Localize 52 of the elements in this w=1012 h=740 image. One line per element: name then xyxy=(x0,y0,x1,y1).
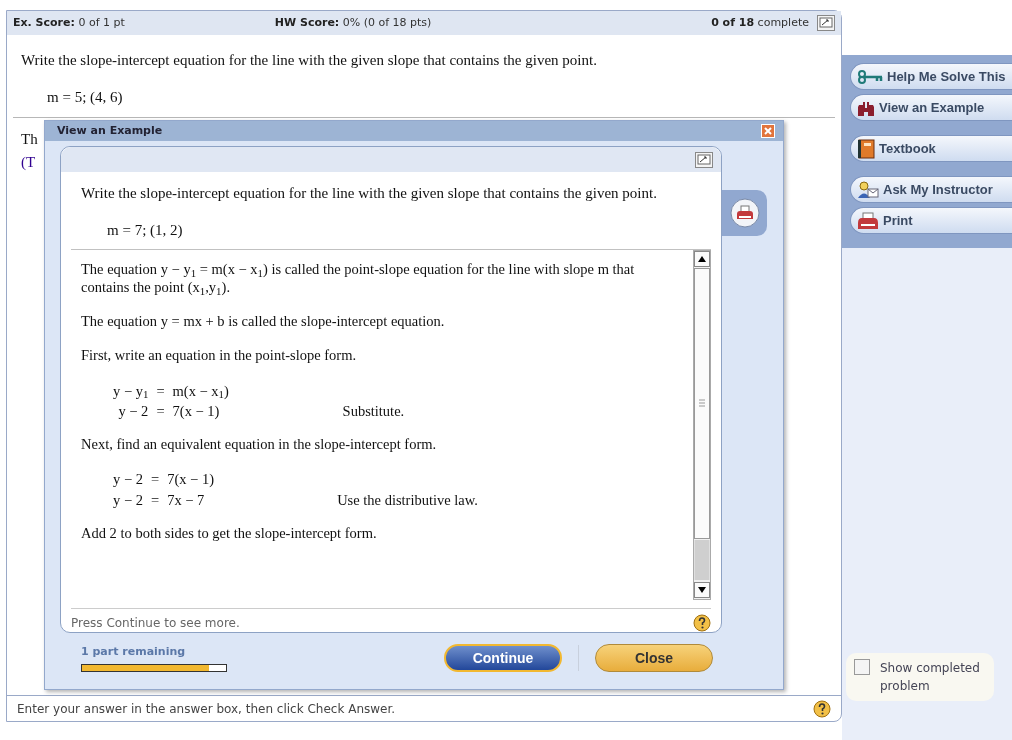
printer-icon xyxy=(857,211,879,230)
dialog-title: View an Example xyxy=(57,122,163,139)
step-note: Use the distributive law. xyxy=(337,491,478,508)
tool-button[interactable]: Print xyxy=(850,207,1012,234)
expand-icon[interactable] xyxy=(817,15,835,31)
instructor-icon xyxy=(857,180,879,199)
equation-right: 7(x − 1) xyxy=(167,471,214,488)
homework-score: HW Score: 0% (0 of 18 pts) xyxy=(274,14,432,31)
equation-right: 7x − 7 xyxy=(167,491,205,508)
equation-left: y − 2 xyxy=(113,471,143,488)
help-icon[interactable] xyxy=(693,614,711,632)
equation-right: m(x − x$_{1}$) xyxy=(172,382,229,399)
equation-right: 7(x − 1) xyxy=(172,402,220,419)
explanation-text: The equation y − y$_{1}$ = m(x − x$_{1}$) is called the point-slope equation for the line with slope m that contains the point (x$_{1}$,y$_{1}$). xyxy=(81,260,636,297)
explanation-text: First, write an equation in the point-slope form. xyxy=(81,346,358,365)
progress-label: 1 part remaining xyxy=(81,644,187,661)
equation-left: y − 2 xyxy=(113,491,143,508)
tool-button[interactable]: Textbook xyxy=(850,135,1012,162)
close-icon[interactable] xyxy=(761,124,775,138)
tool-button[interactable]: View an Example xyxy=(850,94,1012,121)
hint-text: Press Continue to see more. xyxy=(71,615,240,632)
scrollbar[interactable] xyxy=(693,250,711,600)
question-text: Write the slope-intercept equation for the line with the given slope that contains the given point. xyxy=(21,51,598,70)
continue-button[interactable]: Continue xyxy=(444,644,562,672)
explanation-text: Next, find an equivalent equation in the slope-intercept form. xyxy=(81,435,438,454)
exercise-score: Ex. Score: 0 of 1 pt xyxy=(13,14,125,31)
explanation-text: The equation y = mx + b is called the slope-intercept equation. xyxy=(81,312,446,331)
book-icon xyxy=(857,138,875,159)
equation-left: y − 2 xyxy=(118,402,149,419)
answer-text: Th xyxy=(21,131,38,147)
explanation-text: Add 2 to both sides to get the slope-intercept form. xyxy=(81,523,378,542)
answer-text: (T xyxy=(21,153,36,170)
equals-sign: = xyxy=(156,382,165,399)
equals-sign: = xyxy=(150,491,160,508)
expand-icon[interactable] xyxy=(695,151,713,168)
checkbox-label: Show completed problem xyxy=(880,660,981,695)
given-values: m = 5; (4, 6) xyxy=(47,87,124,107)
equals-sign: = xyxy=(156,402,165,419)
printer-icon[interactable] xyxy=(729,198,760,228)
checkbox[interactable] xyxy=(854,659,870,675)
key-icon xyxy=(857,69,883,84)
question-text: Write the slope-intercept equation for the line with the given slope that contains the given point. xyxy=(81,184,658,203)
help-icon[interactable] xyxy=(813,699,831,718)
equals-sign: = xyxy=(150,471,160,488)
close-button[interactable]: Close xyxy=(595,644,713,672)
given-values: m = 7; (1, 2) xyxy=(107,220,184,240)
tool-button[interactable]: Ask My Instructor xyxy=(850,176,1012,203)
tool-button[interactable]: Help Me Solve This xyxy=(850,63,1012,90)
completion-count: 0 of 18 complete xyxy=(711,14,809,31)
step-note: Substitute. xyxy=(342,402,405,419)
instruction-text: Enter your answer in the answer box, then click Check Answer. xyxy=(17,700,396,718)
equation-left: y − y$_{1}$ xyxy=(113,382,149,399)
